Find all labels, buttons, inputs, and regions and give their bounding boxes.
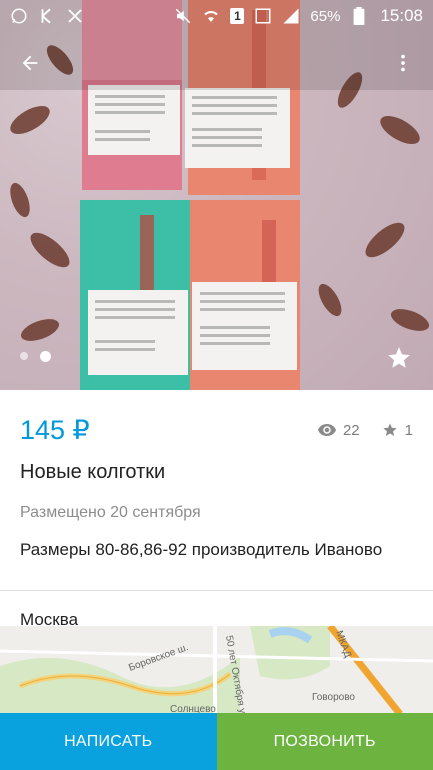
listing-info: 145 ₽ 22 1 Новые колготки Размещено 20 с…	[0, 390, 433, 649]
k-app-icon	[38, 7, 56, 25]
more-vert-icon	[401, 54, 405, 72]
wifi-icon	[202, 7, 220, 25]
back-arrow-icon	[22, 55, 38, 71]
sim-icon: 1	[230, 8, 245, 24]
clock: 15:08	[380, 6, 423, 25]
views-count: 22	[342, 421, 360, 439]
map-label-district: Говорово	[312, 692, 355, 703]
battery-icon	[350, 7, 368, 25]
more-options-button[interactable]	[387, 47, 419, 79]
listing-posted-date: Размещено 20 сентября	[20, 504, 201, 521]
call-button[interactable]: ПОЗВОНИТЬ	[216, 713, 433, 770]
screen-icon	[254, 7, 272, 25]
favorites-count: 1	[404, 421, 413, 439]
eye-icon	[317, 424, 336, 436]
favorites-stat: 1	[382, 422, 413, 439]
back-button[interactable]	[14, 47, 46, 79]
battery-percent: 65%	[310, 7, 341, 25]
listing-photo[interactable]	[0, 0, 433, 390]
location-map[interactable]: Боровское ш. 50 лет Октября ул. МКАД Гов…	[0, 626, 433, 714]
listing-title: Новые колготки	[20, 461, 166, 483]
listing-price: 145 ₽	[20, 414, 90, 445]
listing-stats: 22 1	[317, 421, 413, 439]
views-stat: 22	[317, 421, 360, 439]
signal-icon	[282, 7, 300, 25]
write-message-button[interactable]: НАПИСАТЬ	[0, 713, 217, 770]
star-icon	[382, 423, 397, 436]
action-bar: НАПИСАТЬ ПОЗВОНИТЬ	[0, 713, 433, 770]
whatsapp-icon	[10, 7, 28, 25]
status-bar: 1 65% 15:08	[0, 0, 433, 32]
close-app-icon	[66, 7, 84, 25]
mute-icon	[174, 7, 192, 25]
favorite-button[interactable]	[385, 344, 413, 372]
listing-description: Размеры 80-86,86-92 производитель Иванов…	[20, 540, 383, 559]
pager-dot-active[interactable]	[40, 351, 51, 362]
star-icon	[388, 347, 410, 368]
gallery-pager	[20, 351, 51, 362]
pager-dot[interactable]	[20, 352, 28, 360]
map-image: Боровское ш. 50 лет Октября ул. МКАД Гов…	[0, 626, 433, 714]
app-toolbar	[0, 40, 433, 86]
